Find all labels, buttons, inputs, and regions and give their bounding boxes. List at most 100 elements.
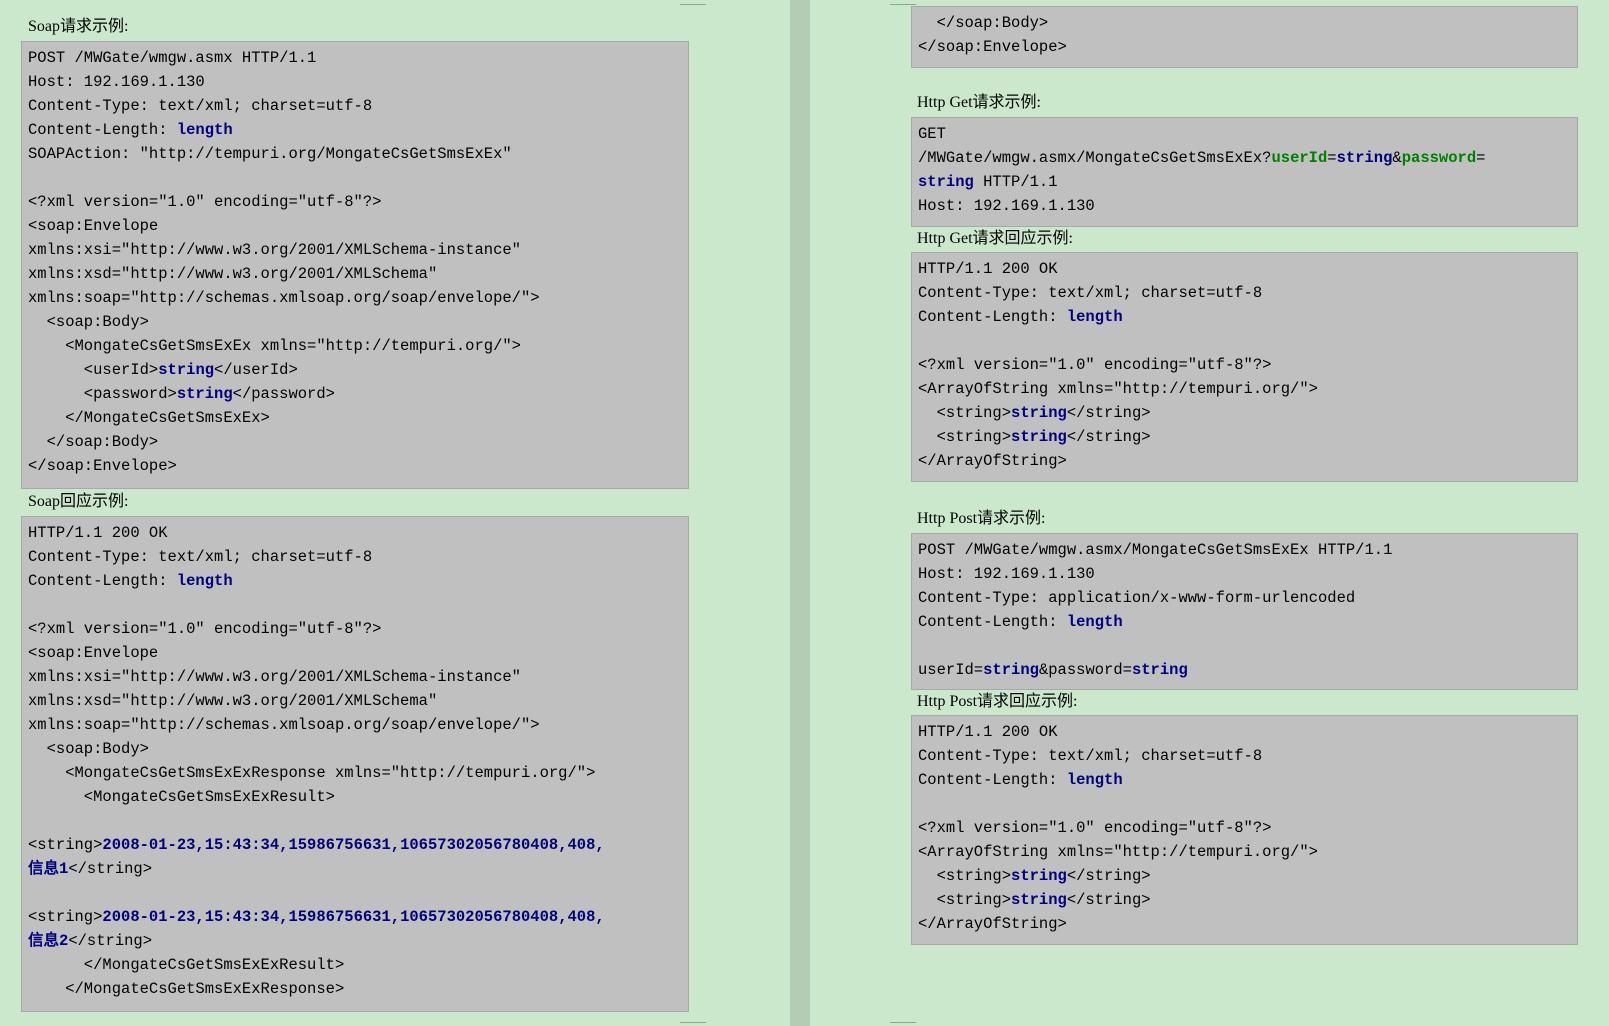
code-token: <?xml version="1.0" encoding="utf-8"?>: [28, 620, 382, 638]
code-token: &password=: [1038, 661, 1132, 679]
code-token: <ArrayOfString xmlns="http://tempuri.org…: [918, 843, 1318, 861]
code-line: <string>string</string>: [918, 864, 1577, 888]
soap-envelope-tail-block: </soap:Body> </soap:Envelope>: [911, 6, 1578, 68]
code-line: <ArrayOfString xmlns="http://tempuri.org…: [918, 840, 1577, 864]
code-token: Host: 192.169.1.130: [918, 197, 1095, 215]
code-line: ​: [28, 881, 688, 905]
http-post-request-heading: Http Post请求示例:: [917, 510, 1046, 527]
code-token: </string>: [1066, 891, 1151, 909]
code-line: </soap:Body>: [28, 430, 688, 454]
code-token: Content-Length:: [918, 613, 1067, 631]
code-line: /MWGate/wmgw.asmx/MongateCsGetSmsExEx?us…: [918, 146, 1577, 170]
code-line: <string>string</string>: [918, 425, 1577, 449]
code-token: Content-Type: text/xml; charset=utf-8: [28, 97, 373, 115]
code-token: <?xml version="1.0" encoding="utf-8"?>: [28, 193, 382, 211]
code-line: </soap:Envelope>: [918, 35, 1577, 59]
code-token: <soap:Body>: [28, 740, 149, 758]
code-token-highlight: 2008-01-23,15:43:34,15986756631,10657302…: [102, 836, 605, 854]
code-token: </soap:Body>: [918, 14, 1049, 32]
code-line: SOAPAction: "http://tempuri.org/MongateC…: [28, 142, 688, 166]
code-token: <string>: [28, 908, 103, 926]
http-get-response-code-block: HTTP/1.1 200 OK Content-Type: text/xml; c…: [911, 252, 1578, 482]
code-token: Host: 192.169.1.130: [918, 565, 1095, 583]
code-line: Content-Type: text/xml; charset=utf-8: [918, 744, 1577, 768]
code-token: HTTP/1.1 200 OK: [28, 524, 168, 542]
code-token-highlight: length: [1066, 613, 1123, 631]
http-get-response-heading: Http Get请求回应示例:: [917, 230, 1073, 247]
code-token-highlight: string: [1011, 404, 1067, 422]
code-line: <string>2008-01-23,15:43:34,15986756631,…: [28, 833, 688, 857]
http-get-request-code-block: GET/MWGate/wmgw.asmx/MongateCsGetSmsExEx…: [911, 117, 1578, 227]
code-token: /MWGate/wmgw.asmx/MongateCsGetSmsExEx?: [918, 149, 1272, 167]
code-line: ​: [918, 792, 1577, 816]
http-post-request-code-block: POST /MWGate/wmgw.asmx/MongateCsGetSmsEx…: [911, 533, 1578, 690]
code-token: </userId>: [214, 361, 298, 379]
page-corner-mark: [680, 1022, 706, 1023]
code-line: HTTP/1.1 200 OK: [918, 720, 1577, 744]
code-token: SOAPAction: "http://tempuri.org/MongateC…: [28, 145, 512, 163]
code-token-highlight: string: [918, 173, 974, 191]
code-token-highlight: string: [1011, 891, 1067, 909]
code-line: <MongateCsGetSmsExEx xmlns="http://tempu…: [28, 334, 688, 358]
code-line: Content-Type: text/xml; charset=utf-8: [28, 94, 688, 118]
code-token: <?xml version="1.0" encoding="utf-8"?>: [918, 819, 1272, 837]
code-line: </soap:Envelope>: [28, 454, 688, 478]
code-token: </string>: [1066, 404, 1151, 422]
code-line: Content-Length: length: [918, 305, 1577, 329]
code-token: </soap:Body>: [28, 433, 159, 451]
page-gutter: [790, 0, 810, 1026]
code-line: string HTTP/1.1: [918, 170, 1577, 194]
code-line: xmlns:soap="http://schemas.xmlsoap.org/s…: [28, 286, 688, 310]
code-token: </string>: [68, 860, 153, 878]
code-token: <string>: [918, 404, 1012, 422]
soap-response-code-block: HTTP/1.1 200 OK Content-Type: text/xml; c…: [21, 516, 689, 1012]
code-token-highlight: length: [176, 572, 233, 590]
code-line: <ArrayOfString xmlns="http://tempuri.org…: [918, 377, 1577, 401]
code-token: xmlns:soap="http://schemas.xmlsoap.org/s…: [28, 716, 540, 734]
page-corner-mark: [890, 1022, 916, 1023]
code-token: </MongateCsGetSmsExEx>: [28, 409, 270, 427]
code-token: <string>: [918, 428, 1012, 446]
code-line: Content-Type: text/xml; charset=utf-8: [918, 281, 1577, 305]
code-line: POST /MWGate/wmgw.asmx/MongateCsGetSmsEx…: [918, 538, 1577, 562]
code-line: <soap:Envelope: [28, 641, 688, 665]
code-token: <ArrayOfString xmlns="http://tempuri.org…: [918, 380, 1318, 398]
code-line: <soap:Body>: [28, 737, 688, 761]
code-token-highlight: userId: [1271, 149, 1328, 167]
code-token-highlight: 信息1: [28, 860, 69, 878]
code-line: ​: [28, 166, 688, 190]
code-line: </MongateCsGetSmsExExResult>: [28, 953, 688, 977]
code-token: POST /MWGate/wmgw.asmx/MongateCsGetSmsEx…: [918, 541, 1393, 559]
code-line: POST /MWGate/wmgw.asmx HTTP/1.1: [28, 46, 688, 70]
code-token-highlight: password: [1401, 149, 1477, 167]
code-token-highlight: string: [1011, 867, 1067, 885]
code-line: Content-Type: application/x-www-form-url…: [918, 586, 1577, 610]
code-line: <userId>string</userId>: [28, 358, 688, 382]
code-line: </soap:Body>: [918, 11, 1577, 35]
code-token: </password>: [232, 385, 335, 403]
code-token: <?xml version="1.0" encoding="utf-8"?>: [918, 356, 1272, 374]
code-token: <userId>: [28, 361, 159, 379]
code-line: Content-Length: length: [918, 610, 1577, 634]
code-token: </ArrayOfString>: [918, 452, 1067, 470]
code-line: ​: [28, 809, 688, 833]
code-line: <soap:Envelope: [28, 214, 688, 238]
code-line: <soap:Body>: [28, 310, 688, 334]
code-token: </string>: [1066, 867, 1151, 885]
code-token: </ArrayOfString>: [918, 915, 1067, 933]
document-page-left: Soap请求示例: POST /MWGate/wmgw.asmx HTTP/1.…: [0, 0, 790, 1026]
code-line: 信息2</string>: [28, 929, 688, 953]
code-line: <string>string</string>: [918, 888, 1577, 912]
code-token: =: [1327, 149, 1337, 167]
code-line: HTTP/1.1 200 OK: [918, 257, 1577, 281]
code-line: Content-Length: length: [28, 569, 688, 593]
soap-request-heading: Soap请求示例:: [28, 18, 129, 35]
code-token: </MongateCsGetSmsExExResponse>: [28, 980, 345, 998]
code-token: Content-Type: text/xml; charset=utf-8: [918, 284, 1263, 302]
code-token-highlight: length: [1066, 308, 1123, 326]
code-token: POST /MWGate/wmgw.asmx HTTP/1.1: [28, 49, 317, 67]
code-line: ​: [918, 329, 1577, 353]
code-line: <?xml version="1.0" encoding="utf-8"?>: [918, 816, 1577, 840]
code-line: xmlns:xsi="http://www.w3.org/2001/XMLSch…: [28, 238, 688, 262]
code-line: GET: [918, 122, 1577, 146]
